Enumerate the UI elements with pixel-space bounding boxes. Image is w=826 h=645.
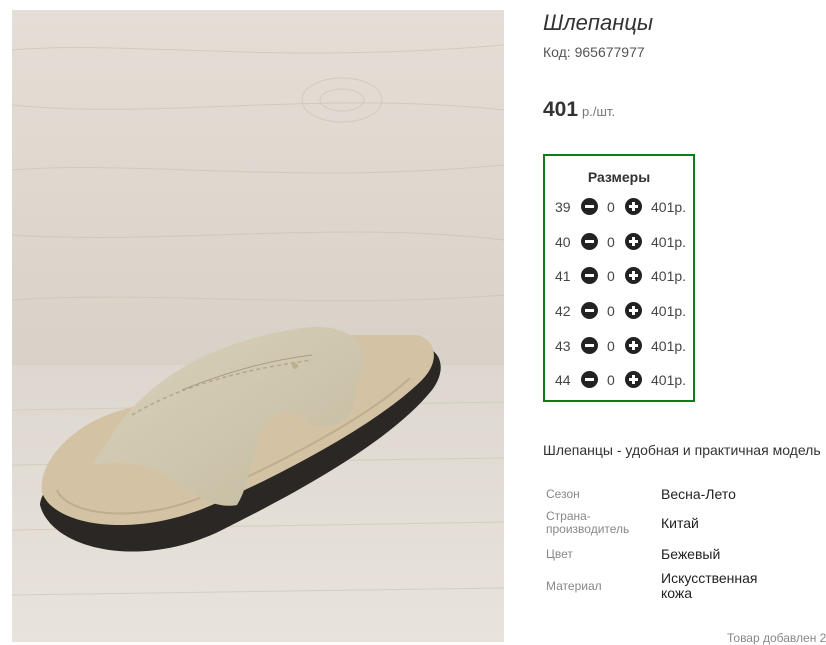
product-price: 401 р./шт. <box>543 98 615 122</box>
product-code: Код: 965677977 <box>543 44 645 60</box>
minus-circle-icon[interactable] <box>581 267 598 284</box>
size-label: 40 <box>555 234 571 250</box>
size-quantity: 0 <box>607 199 615 215</box>
size-price: 401р. <box>651 372 687 388</box>
sandal-image <box>12 10 504 642</box>
size-row-44: 44 0 401р. <box>545 369 693 391</box>
property-value: Китай <box>661 515 699 531</box>
sizes-panel: Размеры 39 0 401р. 40 0 401р. 41 0 401р.… <box>543 154 695 402</box>
size-price: 401р. <box>651 303 687 319</box>
property-value: Весна-Лето <box>661 486 736 502</box>
minus-circle-icon[interactable] <box>581 337 598 354</box>
plus-circle-icon[interactable] <box>625 198 642 215</box>
minus-circle-icon[interactable] <box>581 233 598 250</box>
size-row-42: 42 0 401р. <box>545 300 693 322</box>
property-key: Страна- производитель <box>546 509 630 536</box>
sizes-title: Размеры <box>587 169 651 185</box>
size-price: 401р. <box>651 199 687 215</box>
product-description: Шлепанцы - удобная и практичная модель <box>543 442 821 458</box>
size-price: 401р. <box>651 338 687 354</box>
size-row-39: 39 0 401р. <box>545 196 693 218</box>
size-row-43: 43 0 401р. <box>545 335 693 357</box>
minus-circle-icon[interactable] <box>581 198 598 215</box>
size-label: 44 <box>555 372 571 388</box>
property-key: Цвет <box>546 547 573 561</box>
plus-circle-icon[interactable] <box>625 233 642 250</box>
size-quantity: 0 <box>607 234 615 250</box>
added-date-text: Товар добавлен 2 <box>727 631 826 645</box>
plus-circle-icon[interactable] <box>625 302 642 319</box>
product-title: Шлепанцы <box>543 10 654 35</box>
product-photo[interactable] <box>12 10 504 642</box>
size-label: 41 <box>555 268 571 284</box>
property-key: Сезон <box>546 487 580 501</box>
size-label: 39 <box>555 199 571 215</box>
price-unit: р./шт. <box>582 104 616 119</box>
size-label: 42 <box>555 303 571 319</box>
size-quantity: 0 <box>607 268 615 284</box>
size-quantity: 0 <box>607 338 615 354</box>
minus-circle-icon[interactable] <box>581 371 598 388</box>
plus-circle-icon[interactable] <box>625 337 642 354</box>
size-quantity: 0 <box>607 372 615 388</box>
property-value: Искусственная кожа <box>661 570 758 601</box>
plus-circle-icon[interactable] <box>625 371 642 388</box>
size-row-40: 40 0 401р. <box>545 231 693 253</box>
size-price: 401р. <box>651 234 687 250</box>
property-key: Материал <box>546 579 602 593</box>
size-row-41: 41 0 401р. <box>545 265 693 287</box>
property-value: Бежевый <box>661 546 721 562</box>
size-label: 43 <box>555 338 571 354</box>
size-quantity: 0 <box>607 303 615 319</box>
product-info: Шлепанцы Код: 965677977 401 р./шт. Размер… <box>543 0 826 645</box>
size-price: 401р. <box>651 268 687 284</box>
price-amount: 401 <box>543 98 579 121</box>
plus-circle-icon[interactable] <box>625 267 642 284</box>
minus-circle-icon[interactable] <box>581 302 598 319</box>
